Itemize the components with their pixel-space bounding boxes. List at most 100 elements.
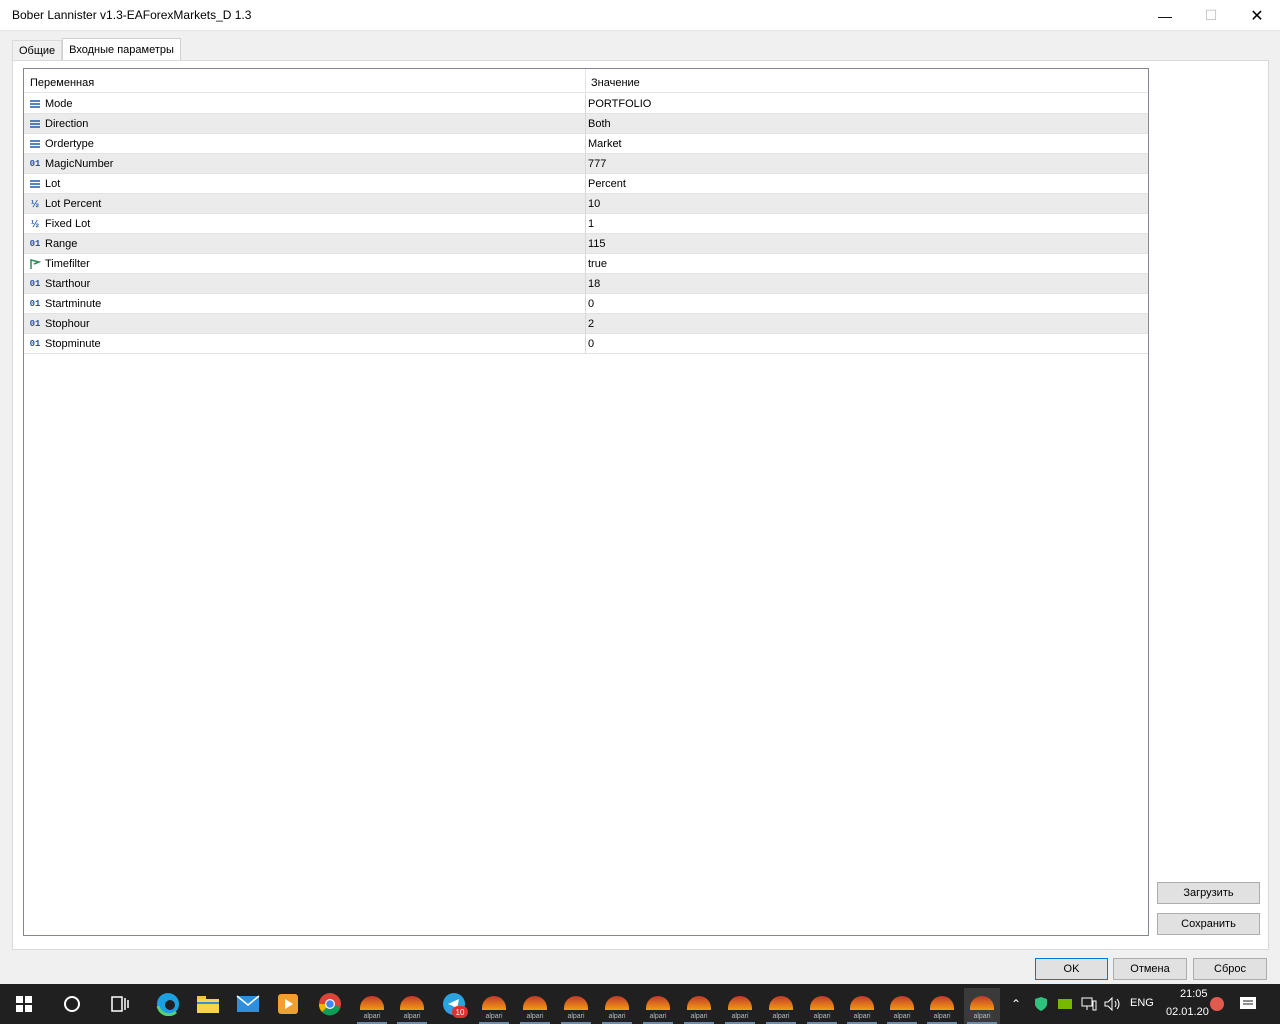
alpari-app[interactable]: alpari — [599, 988, 635, 1024]
alpari-app[interactable]: alpari — [681, 988, 717, 1024]
alpari-app[interactable]: alpari — [763, 988, 799, 1024]
shield-icon — [1035, 997, 1047, 1011]
chevron-up-icon: ⌃ — [1010, 997, 1022, 1011]
column-header-value[interactable]: Значение — [591, 77, 640, 89]
enum-icon — [28, 137, 42, 151]
edge-app[interactable] — [148, 984, 188, 1024]
parameter-name: Range — [45, 238, 78, 250]
alpari-label: alpari — [485, 1013, 503, 1020]
parameter-value[interactable]: Both — [588, 118, 611, 130]
parameters-grid[interactable]: Переменная Значение Mode PORTFOLIO Directi… — [23, 68, 1149, 936]
parameter-name: Lot — [45, 178, 61, 190]
table-row[interactable]: 01 Stopminute 0 — [24, 334, 1148, 354]
parameter-value[interactable]: 18 — [588, 278, 600, 290]
column-header-variable[interactable]: Переменная — [30, 77, 94, 89]
table-row[interactable]: Mode PORTFOLIO — [24, 94, 1148, 114]
minimize-button[interactable]: — — [1142, 0, 1188, 31]
chrome-app[interactable] — [310, 984, 350, 1024]
taskbar: alpari alpari 10 alpari alpari alpari alpari… — [0, 984, 1280, 1024]
alpari-app[interactable]: alpari — [924, 988, 960, 1024]
parameter-value[interactable]: 0 — [588, 298, 594, 310]
table-row[interactable]: Timefilter true — [24, 254, 1148, 274]
start-button[interactable] — [4, 984, 44, 1024]
alpari-app[interactable]: alpari — [476, 988, 512, 1024]
search-button[interactable] — [52, 984, 92, 1024]
table-row[interactable]: ½ Lot Percent 10 — [24, 194, 1148, 214]
alpari-app[interactable]: alpari — [394, 988, 430, 1024]
alpari-app[interactable]: alpari — [844, 988, 880, 1024]
task-view-button[interactable] — [100, 984, 140, 1024]
tab-input-parameters[interactable]: Входные параметры — [62, 38, 181, 61]
parameter-value[interactable]: 115 — [588, 238, 606, 250]
parameter-value[interactable]: true — [588, 258, 607, 270]
alpari-app[interactable]: alpari — [558, 988, 594, 1024]
app-tray-item[interactable] — [1206, 984, 1228, 1024]
parameter-value[interactable]: PORTFOLIO — [588, 98, 651, 110]
mail-app[interactable] — [228, 984, 268, 1024]
parameter-value[interactable]: Market — [588, 138, 622, 150]
alpari-app[interactable]: alpari — [884, 988, 920, 1024]
alpari-app[interactable]: alpari — [722, 988, 758, 1024]
alpari-icon — [728, 996, 752, 1010]
table-row[interactable]: Ordertype Market — [24, 134, 1148, 154]
table-row[interactable]: ½ Fixed Lot 1 — [24, 214, 1148, 234]
table-row[interactable]: 01 Stophour 2 — [24, 314, 1148, 334]
column-divider — [585, 134, 586, 154]
parameter-value[interactable]: Percent — [588, 178, 626, 190]
reset-button[interactable]: Сброс — [1193, 958, 1267, 980]
tray-overflow-button[interactable]: ⌃ — [1004, 984, 1028, 1024]
parameter-name: Mode — [45, 98, 73, 110]
column-divider — [585, 294, 586, 314]
save-button[interactable]: Сохранить — [1157, 913, 1260, 935]
parameter-value[interactable]: 10 — [588, 198, 600, 210]
alpari-icon — [646, 996, 670, 1010]
nvidia-tray-item[interactable] — [1054, 984, 1076, 1024]
maximize-button[interactable]: ☐ — [1188, 0, 1234, 31]
table-row[interactable]: 01 Starthour 18 — [24, 274, 1148, 294]
telegram-app[interactable]: 10 — [434, 984, 474, 1024]
table-row[interactable]: Direction Both — [24, 114, 1148, 134]
alpari-app[interactable]: alpari — [964, 988, 1000, 1024]
alpari-app[interactable]: alpari — [640, 988, 676, 1024]
alpari-app[interactable]: alpari — [354, 988, 390, 1024]
alpari-label: alpari — [933, 1013, 951, 1020]
table-row[interactable]: 01 Range 115 — [24, 234, 1148, 254]
title-bar: Bober Lannister v1.3-EAForexMarkets_D 1.… — [0, 0, 1280, 31]
column-divider[interactable] — [585, 69, 586, 93]
volume-tray-item[interactable] — [1102, 984, 1124, 1024]
folder-icon — [197, 996, 219, 1013]
column-divider — [585, 214, 586, 234]
tab-general[interactable]: Общие — [12, 40, 63, 61]
notifications-button[interactable] — [1234, 984, 1262, 1024]
clock-time[interactable]: 21:05 — [1180, 988, 1208, 1000]
ok-button[interactable]: OK — [1035, 958, 1108, 980]
table-row[interactable]: 01 MagicNumber 777 — [24, 154, 1148, 174]
app-tray-icon — [1210, 997, 1224, 1011]
maximize-icon: ☐ — [1204, 7, 1218, 23]
alpari-icon — [930, 996, 954, 1010]
parameter-value[interactable]: 0 — [588, 338, 594, 350]
load-button[interactable]: Загрузить — [1157, 882, 1260, 904]
alpari-app[interactable]: alpari — [517, 988, 553, 1024]
clock-date[interactable]: 02.01.20 — [1166, 1006, 1209, 1018]
security-tray-item[interactable] — [1030, 984, 1052, 1024]
tab-panel: Переменная Значение Mode PORTFOLIO Directi… — [12, 60, 1269, 950]
column-divider — [585, 194, 586, 214]
network-tray-item[interactable] — [1078, 984, 1100, 1024]
table-row[interactable]: 01 Startminute 0 — [24, 294, 1148, 314]
parameter-value[interactable]: 777 — [588, 158, 606, 170]
media-player-app[interactable] — [268, 984, 308, 1024]
parameter-value[interactable]: 1 — [588, 218, 594, 230]
parameter-value[interactable]: 2 — [588, 318, 594, 330]
task-view-icon — [111, 996, 129, 1012]
alpari-app[interactable]: alpari — [804, 988, 840, 1024]
enum-icon — [28, 117, 42, 131]
table-row[interactable]: Lot Percent — [24, 174, 1148, 194]
parameter-name: Lot Percent — [45, 198, 102, 210]
language-indicator[interactable]: ENG — [1130, 997, 1154, 1009]
cancel-button[interactable]: Отмена — [1113, 958, 1187, 980]
explorer-app[interactable] — [188, 984, 228, 1024]
minimize-icon: — — [1158, 7, 1172, 24]
alpari-label: alpari — [973, 1013, 991, 1020]
close-button[interactable]: ✕ — [1234, 0, 1280, 31]
